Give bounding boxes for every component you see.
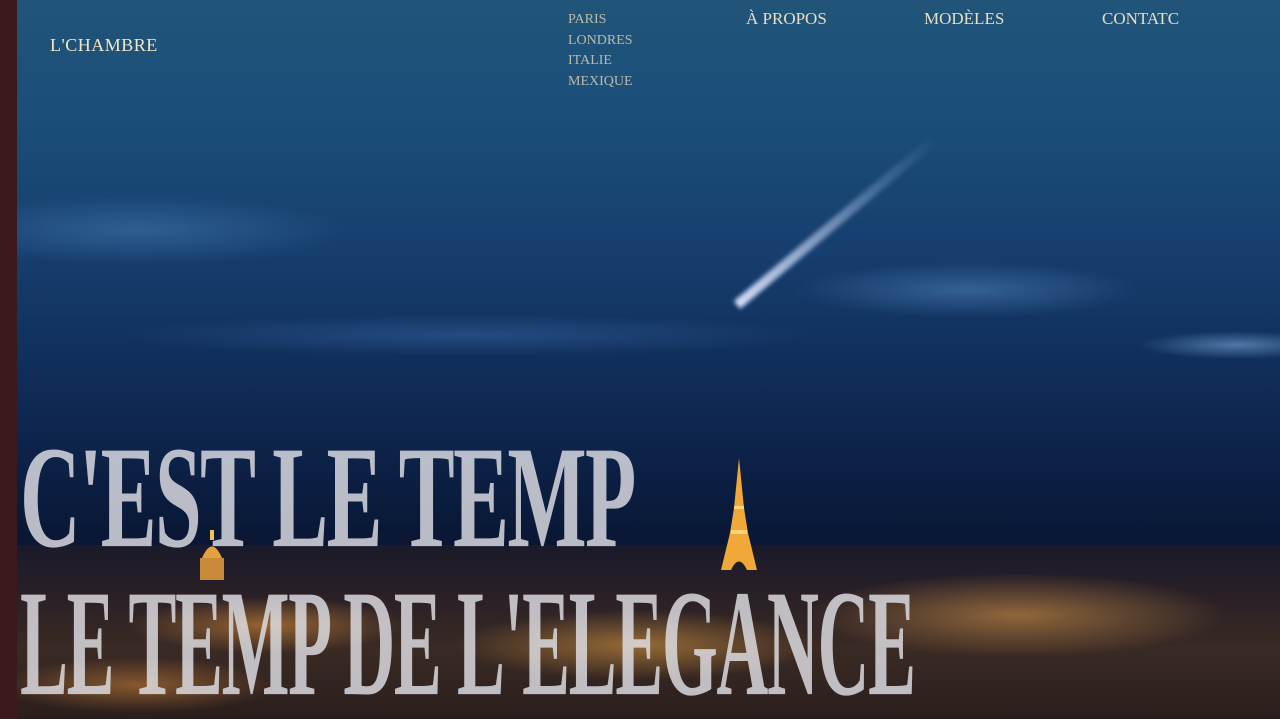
hero-headline-line1: C'EST LE TEMP	[20, 416, 636, 579]
city-item-mexique[interactable]: MEXIQUE	[568, 72, 633, 93]
nav-models-link[interactable]: MODÈLES	[924, 9, 1004, 29]
city-item-italie[interactable]: ITALIE	[568, 51, 633, 72]
nav-contact-link[interactable]: CONTATC	[1102, 9, 1179, 29]
city-item-londres[interactable]: LONDRES	[568, 31, 633, 52]
page: L'CHAMBRE PARIS LONDRES ITALIE MEXIQUE À…	[0, 0, 1280, 719]
cities-menu: PARIS LONDRES ITALIE MEXIQUE	[568, 10, 633, 92]
brand-logo[interactable]: L'CHAMBRE	[50, 35, 158, 56]
nav-about-link[interactable]: À PROPOS	[746, 9, 827, 29]
eiffel-tower-illustration	[721, 458, 757, 570]
searchlight-beam	[733, 134, 940, 309]
left-accent-bar	[0, 0, 17, 719]
hero-headline-line2: LE TEMP DE L'ELEGANCE	[20, 558, 916, 719]
city-item-paris[interactable]: PARIS	[568, 10, 633, 31]
